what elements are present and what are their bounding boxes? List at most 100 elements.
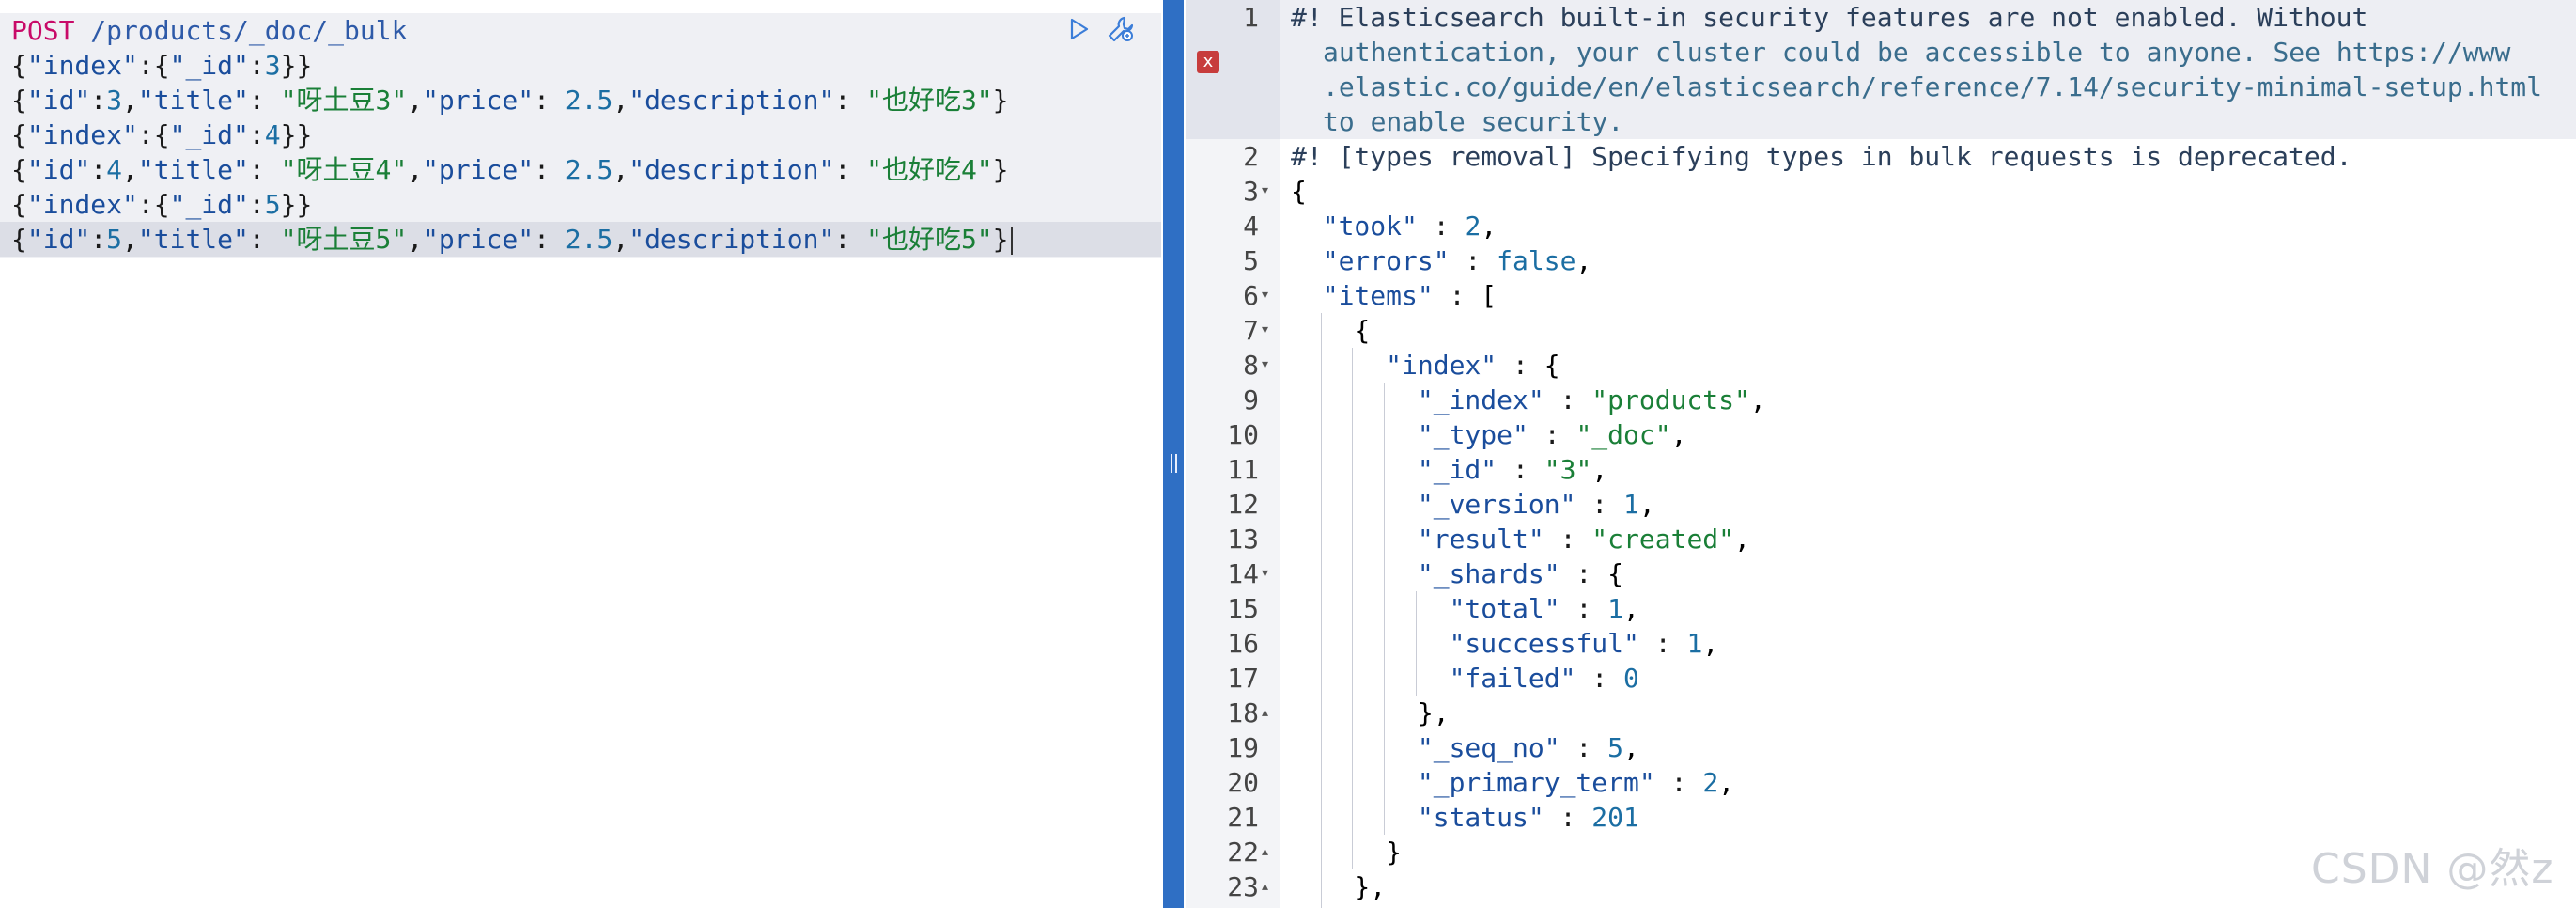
line-number: 21 [1227,802,1259,833]
indent-guide [1384,417,1386,452]
http-method: POST [11,15,75,46]
fold-expand-icon[interactable]: ▴ [1262,869,1277,904]
indent-guide [1384,730,1386,765]
request-line-active[interactable]: {"id":5,"title": "呀土豆5","price": 2.5,"de… [0,222,1161,257]
indent-guide [1320,487,1322,522]
request-line[interactable]: {"index":{"_id":5}} [11,187,1161,222]
request-line[interactable]: {"index":{"_id":4}} [11,117,1161,152]
indent-guide [1352,835,1354,869]
splitter-grip-handle[interactable] [1166,448,1181,478]
indent-guide [1320,869,1322,904]
response-line: 1 #! Elasticsearch built-in security feat… [1186,0,2576,139]
response-line-text: "index" : { [1386,350,1560,381]
line-number: 23 [1227,871,1259,902]
response-line: 10 "_type" : "_doc", [1186,417,2576,452]
line-number: 15 [1227,593,1259,624]
indent-guide [1352,765,1354,800]
request-line[interactable]: {"id":4,"title": "呀土豆4","price": 2.5,"de… [11,152,1161,187]
response-line-text: "_seq_no" : 5, [1417,732,1639,763]
indent-guide [1352,556,1354,591]
line-number: 1 [1243,2,1259,33]
indent-guide [1384,626,1386,661]
indent-guide [1320,765,1322,800]
indent-guide [1384,522,1386,556]
request-actions [1065,15,1135,43]
indent-guide [1320,904,1322,908]
line-number: 16 [1227,628,1259,659]
line-number: 6 [1243,280,1259,311]
response-line-text: "errors" : false, [1322,245,1592,276]
request-settings-button[interactable] [1107,15,1135,43]
response-line-text: "_primary_term" : 2, [1417,767,1735,798]
response-line: 11 "_id" : "3", [1186,452,2576,487]
line-number: 8 [1243,350,1259,381]
request-path: /products/_doc/_bulk [74,15,408,46]
fold-collapse-icon[interactable]: ▾ [1262,904,1277,908]
line-number: 4 [1243,211,1259,242]
request-line[interactable]: {"index":{"_id":3}} [11,48,1161,83]
request-line-method[interactable]: POST /products/_doc/_bulk [11,13,1161,48]
response-line-text: "_type" : "_doc", [1417,419,1687,450]
indent-guide [1320,417,1322,452]
line-number: 22 [1227,837,1259,868]
indent-guide [1352,800,1354,835]
indent-guide [1352,383,1354,417]
indent-guide [1352,626,1354,661]
indent-guide [1384,383,1386,417]
response-line: 15 "total" : 1, [1186,591,2576,626]
fold-collapse-icon[interactable]: ▾ [1262,348,1277,383]
fold-collapse-icon[interactable]: ▾ [1262,313,1277,348]
indent-guide [1320,730,1322,765]
fold-expand-icon[interactable]: ▴ [1262,835,1277,869]
response-line: 16 "successful" : 1, [1186,626,2576,661]
indent-guide [1320,313,1322,348]
response-line: 4 "took" : 2, [1186,209,2576,243]
response-line-text: "failed" : 0 [1449,663,1639,694]
line-number: 18 [1227,697,1259,728]
indent-guide [1320,383,1322,417]
line-number: 24 [1186,904,1259,908]
indent-guide [1384,661,1386,696]
response-line: 18 ▴ }, [1186,696,2576,730]
request-editor[interactable]: POST /products/_doc/_bulk {"index":{"_id… [0,0,1163,908]
indent-guide [1320,800,1322,835]
indent-guide [1320,348,1322,383]
response-line: 3 ▾ { [1186,174,2576,209]
request-line-text: {"id":4,"title": "呀土豆4","price": 2.5,"de… [11,154,1009,185]
fold-expand-icon[interactable]: ▴ [1262,696,1277,730]
indent-guide [1352,348,1354,383]
indent-guide [1384,556,1386,591]
response-line-text: "_index" : "products", [1417,384,1766,415]
response-line-text: "items" : [ [1322,280,1497,311]
pane-splitter[interactable] [1163,0,1184,908]
request-line-text: {"id":3,"title": "呀土豆3","price": 2.5,"de… [11,85,1009,116]
line-number: 9 [1243,384,1259,415]
indent-guide [1352,661,1354,696]
line-number: 20 [1227,767,1259,798]
fold-collapse-icon[interactable]: ▾ [1262,556,1277,591]
warning-line: to enable security. [1323,106,1624,137]
response-line-text: }, [1291,871,1387,902]
request-lines[interactable]: POST /products/_doc/_bulk {"index":{"_id… [0,13,1161,257]
request-line[interactable]: {"id":3,"title": "呀土豆3","price": 2.5,"de… [11,83,1161,117]
indent-guide [1320,835,1322,869]
indent-guide [1320,556,1322,591]
line-number: 17 [1227,663,1259,694]
line-number: 13 [1227,524,1259,555]
response-line: 9 "_index" : "products", [1186,383,2576,417]
fold-collapse-icon[interactable]: ▾ [1262,174,1277,209]
response-line: 17 "failed" : 0 [1186,661,2576,696]
response-line: 12 "_version" : 1, [1186,487,2576,522]
response-line: 24▾ { [1186,904,2576,908]
indent-guide [1384,452,1386,487]
response-viewer[interactable]: x 1 #! Elasticsearch built-in security fe… [1186,0,2576,908]
response-line: 13 "result" : "created", [1186,522,2576,556]
fold-collapse-icon[interactable]: ▾ [1262,278,1277,313]
wrench-icon [1108,16,1134,42]
line-number: 5 [1243,245,1259,276]
indent-guide [1352,417,1354,452]
request-line-text: {"index":{"_id":3}} [11,50,313,81]
run-request-button[interactable] [1065,15,1094,43]
line-number: 12 [1227,489,1259,520]
line-number: 19 [1227,732,1259,763]
